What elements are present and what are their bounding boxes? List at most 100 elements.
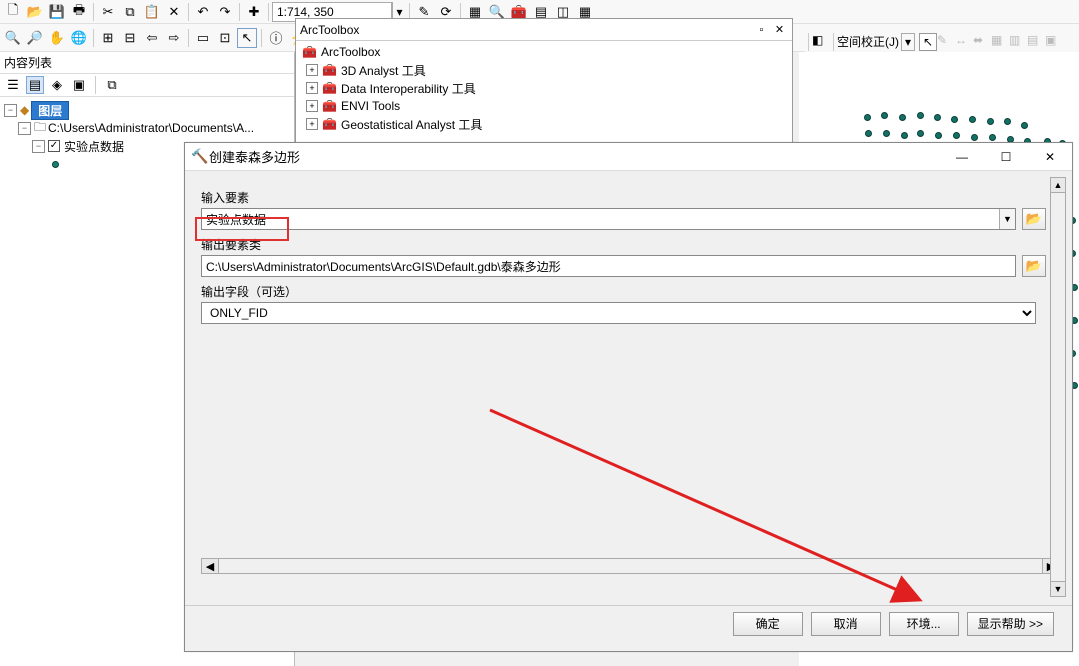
map-point	[934, 114, 941, 121]
zoom-out-icon[interactable]: 🔎	[25, 28, 45, 48]
tree-dataset[interactable]: − 🗀 C:\Users\Administrator\Documents\A..…	[4, 119, 290, 137]
scroll-up-icon[interactable]: ▲	[1050, 177, 1066, 193]
separator	[808, 33, 809, 51]
environments-button[interactable]: 环境...	[889, 612, 959, 636]
ok-button[interactable]: 确定	[733, 612, 803, 636]
dialog-titlebar[interactable]: 🔨 创建泰森多边形 — ☐ ✕	[185, 143, 1072, 171]
expander-minus-icon[interactable]: −	[4, 104, 17, 117]
copy-icon[interactable]: ⧉	[120, 2, 140, 22]
toolbox-root-label: ArcToolbox	[321, 45, 380, 59]
sa-view-icon[interactable]: ▤	[1027, 33, 1045, 51]
select-features-icon[interactable]: ▭	[193, 28, 213, 48]
expander-plus-icon[interactable]: +	[306, 82, 318, 94]
print-icon[interactable]: 🖶	[69, 2, 89, 22]
undo-icon[interactable]: ↶	[193, 2, 213, 22]
layer-checkbox[interactable]: ✓	[48, 140, 60, 152]
zoom-in-icon[interactable]: 🔍	[3, 28, 23, 48]
toolbox-item[interactable]: + 🧰 ENVI Tools	[302, 97, 786, 115]
dropdown-icon[interactable]: ▾	[901, 33, 915, 51]
map-point	[987, 118, 994, 125]
list-visibility-icon[interactable]: ◈	[48, 76, 66, 94]
clear-selection-icon[interactable]: ⊡	[215, 28, 235, 48]
sa-icon1[interactable]: ◧	[812, 33, 830, 51]
output-fc-row: 📂	[201, 255, 1046, 277]
output-field-select[interactable]: ONLY_FID	[201, 302, 1036, 324]
dialog-body: 输入要素 ▼ 📂 输出要素类 📂 输出字段（可选） ONLY_FID ◀ ▶ ▲	[185, 171, 1072, 605]
dataset-label: C:\Users\Administrator\Documents\A...	[48, 121, 254, 135]
cancel-button[interactable]: 取消	[811, 612, 881, 636]
dropdown-icon[interactable]: ▼	[999, 209, 1015, 229]
pan-icon[interactable]: ✋	[47, 28, 67, 48]
paste-icon[interactable]: 📋	[142, 2, 162, 22]
arctoolbox-titlebar: ArcToolbox ▫ ✕	[296, 19, 792, 41]
expander-minus-icon[interactable]: −	[32, 140, 45, 153]
select-elements-icon[interactable]: ↖	[237, 28, 257, 48]
identify-icon[interactable]: ⓘ	[266, 28, 286, 48]
scroll-track[interactable]	[1050, 193, 1066, 581]
dock-icon[interactable]: ▫	[752, 23, 770, 37]
separator	[239, 3, 240, 21]
show-help-button[interactable]: 显示帮助 >>	[967, 612, 1054, 636]
separator	[93, 29, 94, 47]
arctoolbox-tree: 🧰 ArcToolbox + 🧰 3D Analyst 工具 + 🧰 Data …	[296, 41, 792, 135]
list-drawing-order-icon[interactable]: ☰	[4, 76, 22, 94]
input-features-combo[interactable]: ▼	[201, 208, 1016, 230]
sa-tool-icon[interactable]: ✎	[937, 33, 955, 51]
select-arrow-icon[interactable]: ↖	[919, 33, 937, 51]
minimize-icon[interactable]: —	[940, 144, 984, 170]
maximize-icon[interactable]: ☐	[984, 144, 1028, 170]
vertical-scrollbar[interactable]: ▲ ▼	[1050, 177, 1066, 597]
toolbox-item[interactable]: + 🧰 Data Interoperability 工具	[302, 79, 786, 97]
scroll-left-icon[interactable]: ◀	[201, 558, 219, 574]
folder-icon: 🗀	[34, 118, 46, 139]
redo-icon[interactable]: ↷	[215, 2, 235, 22]
options-icon[interactable]: ⧉	[103, 76, 121, 94]
output-field-label: 输出字段（可选）	[201, 283, 1046, 300]
list-selection-icon[interactable]: ▣	[70, 76, 88, 94]
fixed-zoom-out-icon[interactable]: ⊟	[120, 28, 140, 48]
map-point	[1004, 118, 1011, 125]
sa-modlink-icon[interactable]: ⬌	[973, 33, 991, 51]
tree-root-layers[interactable]: − ◆ 图层	[4, 101, 290, 119]
scroll-down-icon[interactable]: ▼	[1050, 581, 1066, 597]
sa-attr-icon[interactable]: ▣	[1045, 33, 1063, 51]
sa-table-icon[interactable]: ▥	[1009, 33, 1027, 51]
next-extent-icon[interactable]: ⇨	[164, 28, 184, 48]
fixed-zoom-in-icon[interactable]: ⊞	[98, 28, 118, 48]
separator	[268, 3, 269, 21]
toolbox-item[interactable]: + 🧰 3D Analyst 工具	[302, 61, 786, 79]
input-features-row: ▼ 📂	[201, 208, 1046, 230]
close-icon[interactable]: ✕	[1028, 144, 1072, 170]
input-features-input[interactable]	[202, 209, 999, 229]
browse-button[interactable]: 📂	[1022, 208, 1046, 230]
horizontal-scrollbar[interactable]: ◀ ▶	[201, 557, 1060, 575]
expander-plus-icon[interactable]: +	[306, 100, 318, 112]
toolbox-root[interactable]: 🧰 ArcToolbox	[302, 43, 786, 61]
save-icon[interactable]: 💾	[47, 2, 67, 22]
new-icon[interactable]: 🗋	[3, 2, 23, 22]
expander-plus-icon[interactable]: +	[306, 64, 318, 76]
toolbox-item[interactable]: + 🧰 Geostatistical Analyst 工具	[302, 115, 786, 133]
delete-icon[interactable]: ✕	[164, 2, 184, 22]
scroll-track[interactable]	[219, 558, 1042, 574]
full-extent-icon[interactable]: 🌐	[69, 28, 89, 48]
map-point	[899, 114, 906, 121]
sa-link-icon[interactable]: ↔	[955, 33, 973, 51]
expander-plus-icon[interactable]: +	[306, 118, 318, 130]
open-icon[interactable]: 📂	[25, 2, 45, 22]
prev-extent-icon[interactable]: ⇦	[142, 28, 162, 48]
toc-title: 内容列表	[0, 52, 294, 73]
sa-grid-icon[interactable]: ▦	[991, 33, 1009, 51]
cut-icon[interactable]: ✂	[98, 2, 118, 22]
browse-button[interactable]: 📂	[1022, 255, 1046, 277]
output-fc-input[interactable]	[201, 255, 1016, 277]
list-by-source-icon[interactable]: ▤	[26, 76, 44, 94]
close-icon[interactable]: ✕	[770, 23, 788, 37]
arctoolbox-title: ArcToolbox	[300, 23, 752, 37]
separator	[261, 29, 262, 47]
expander-minus-icon[interactable]: −	[18, 122, 31, 135]
map-point	[953, 132, 960, 139]
add-layer-icon[interactable]: ✚	[244, 2, 264, 22]
toolbox-root-icon: 🧰	[302, 45, 317, 60]
map-point	[864, 114, 871, 121]
